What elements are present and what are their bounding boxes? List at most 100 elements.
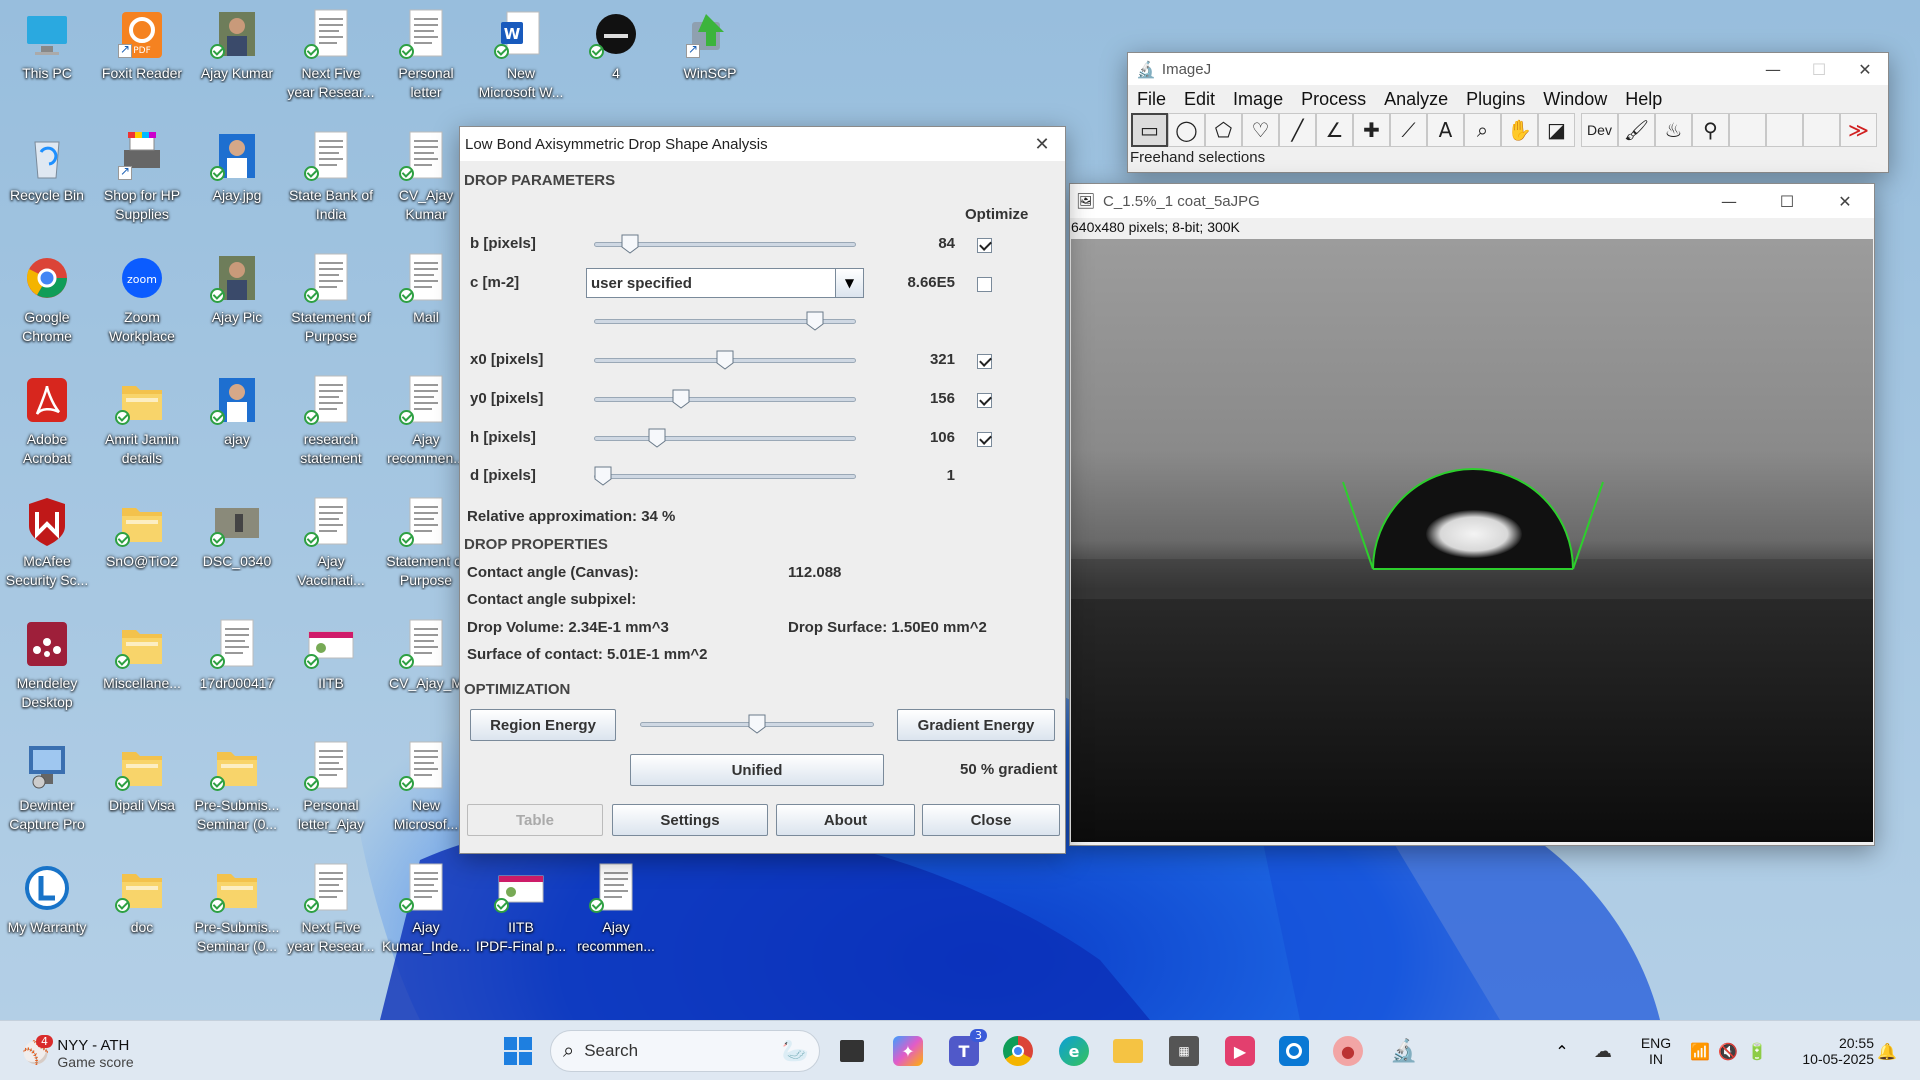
flood-tool[interactable]: ♨ <box>1655 113 1692 147</box>
chrome-button[interactable] <box>1000 1029 1036 1073</box>
desktop-icon[interactable]: This PC <box>0 0 94 122</box>
dev-tool[interactable]: Dev <box>1581 113 1618 147</box>
desktop-icon[interactable]: Personal letter <box>379 0 473 122</box>
blank3-tool[interactable] <box>1803 113 1840 147</box>
maximize-button[interactable]: ☐ <box>1796 54 1842 84</box>
taskbar-search[interactable]: ⌕ Search 🦢 <box>550 1030 820 1072</box>
onedrive-icon[interactable]: ☁ <box>1590 1029 1616 1073</box>
desktop-icon[interactable]: Dipali Visa <box>95 732 189 854</box>
desktop-icon[interactable]: Ajay Kumar_Inde... <box>379 854 473 976</box>
pickup-tool[interactable]: ⚲ <box>1692 113 1729 147</box>
rectangle-tool[interactable]: ▭ <box>1131 113 1168 147</box>
minimize-button[interactable]: — <box>1750 54 1796 84</box>
param-slider[interactable] <box>594 466 856 486</box>
menu-image[interactable]: Image <box>1224 89 1292 110</box>
param-slider[interactable] <box>594 350 856 370</box>
desktop-icon[interactable]: Amrit Jamin details <box>95 366 189 488</box>
gradient-energy-button[interactable]: Gradient Energy <box>897 709 1055 741</box>
freehand-tool[interactable]: ♡ <box>1242 113 1279 147</box>
desktop-icon[interactable]: zoom Zoom Workplace <box>95 244 189 366</box>
start-button[interactable] <box>500 1029 536 1073</box>
desktop-icon[interactable]: PDF Foxit Reader <box>95 0 189 122</box>
menu-process[interactable]: Process <box>1292 89 1375 110</box>
desktop-icon[interactable]: Ajay Kumar <box>190 0 284 122</box>
menu-file[interactable]: File <box>1128 89 1175 110</box>
desktop-icon[interactable]: My Warranty <box>0 854 94 976</box>
clipchamp-button[interactable]: ▶ <box>1222 1029 1258 1073</box>
menu-edit[interactable]: Edit <box>1175 89 1224 110</box>
desktop-icon[interactable]: Recycle Bin <box>0 122 94 244</box>
image-window-titlebar[interactable]: 🖼 C_1.5%_1 coat_5aJPG — ☐ ✕ <box>1070 184 1874 218</box>
image-canvas[interactable] <box>1071 239 1873 842</box>
angle-tool[interactable]: ∠ <box>1316 113 1353 147</box>
file-explorer-button[interactable] <box>1110 1029 1146 1073</box>
magnifier-tool[interactable]: ⌕ <box>1464 113 1501 147</box>
desktop-icon[interactable]: 4 <box>569 0 663 122</box>
clock[interactable]: 20:55 10-05-2025 <box>1784 1029 1874 1073</box>
polygon-tool[interactable]: ⬠ <box>1205 113 1242 147</box>
slider-thumb[interactable] <box>648 428 666 448</box>
close-button[interactable]: ✕ <box>1816 186 1874 216</box>
app-button[interactable]: ● <box>1330 1029 1366 1073</box>
desktop-icon[interactable]: McAfee Security Sc... <box>0 488 94 610</box>
cortana-button[interactable] <box>1276 1029 1312 1073</box>
notification-bell-icon[interactable]: 🔔 <box>1876 1029 1898 1073</box>
desktop-icon[interactable]: doc <box>95 854 189 976</box>
teams-button[interactable]: T 3 <box>946 1029 987 1073</box>
minimize-button[interactable]: — <box>1700 186 1758 216</box>
close-button[interactable]: ✕ <box>1842 54 1888 84</box>
region-energy-button[interactable]: Region Energy <box>470 709 616 741</box>
imagej-titlebar[interactable]: 🔬 ImageJ — ☐ ✕ <box>1128 53 1888 85</box>
tray-overflow-button[interactable]: ⌃ <box>1550 1029 1574 1073</box>
optimize-checkbox[interactable] <box>977 354 992 369</box>
blank1-tool[interactable] <box>1729 113 1766 147</box>
desktop-icon[interactable]: Miscellane... <box>95 610 189 732</box>
more-tool[interactable]: ≫ <box>1840 113 1877 147</box>
settings-button[interactable]: Settings <box>612 804 768 836</box>
desktop-icon[interactable]: Next Five year Resear... <box>284 854 378 976</box>
imagej-taskbar-button[interactable]: 🔬 <box>1386 1029 1422 1073</box>
desktop-icon[interactable]: Next Five year Resear... <box>284 0 378 122</box>
calculator-button[interactable]: ▦ <box>1166 1029 1202 1073</box>
point-tool[interactable]: ✚ <box>1353 113 1390 147</box>
optimize-checkbox[interactable] <box>977 238 992 253</box>
desktop-icon[interactable]: ajay <box>190 366 284 488</box>
task-view-button[interactable] <box>834 1029 870 1073</box>
optimize-checkbox[interactable] <box>977 277 992 292</box>
desktop-icon[interactable]: Adobe Acrobat <box>0 366 94 488</box>
slider-thumb[interactable] <box>806 311 824 331</box>
desktop-icon[interactable]: Google Chrome <box>0 244 94 366</box>
desktop-icon[interactable]: IITB <box>284 610 378 732</box>
slider-thumb[interactable] <box>672 389 690 409</box>
desktop-icon[interactable]: Statement of Purpose <box>284 244 378 366</box>
menu-plugins[interactable]: Plugins <box>1457 89 1534 110</box>
desktop-icon[interactable]: Pre-Submis... Seminar (0... <box>190 732 284 854</box>
slider-thumb[interactable] <box>621 234 639 254</box>
volume-mute-icon[interactable]: 🔇 <box>1716 1029 1740 1073</box>
lbadsa-titlebar[interactable]: Low Bond Axisymmetric Drop Shape Analysi… <box>460 127 1065 161</box>
brush-tool[interactable]: 🖌 <box>1618 113 1655 147</box>
wifi-icon[interactable]: 📶 <box>1688 1029 1712 1073</box>
param-slider[interactable] <box>594 234 856 254</box>
slider-thumb[interactable] <box>594 466 612 486</box>
about-button[interactable]: About <box>776 804 915 836</box>
wand-tool[interactable]: ⟋ <box>1390 113 1427 147</box>
desktop-icon[interactable]: Ajay recommen... <box>569 854 663 976</box>
desktop-icon[interactable]: DSC_0340 <box>190 488 284 610</box>
desktop-icon[interactable]: Mendeley Desktop <box>0 610 94 732</box>
desktop-icon[interactable]: Ajay Pic <box>190 244 284 366</box>
blank2-tool[interactable] <box>1766 113 1803 147</box>
desktop-icon[interactable]: IITB IPDF-Final p... <box>474 854 568 976</box>
param-slider[interactable] <box>594 311 856 331</box>
desktop-icon[interactable]: Pre-Submis... Seminar (0... <box>190 854 284 976</box>
close-button[interactable]: ✕ <box>1019 129 1065 159</box>
desktop-icon[interactable]: 17dr000417 <box>190 610 284 732</box>
optimization-slider[interactable] <box>640 714 874 734</box>
edge-button[interactable]: e <box>1056 1029 1092 1073</box>
slider-thumb[interactable] <box>716 350 734 370</box>
optimize-checkbox[interactable] <box>977 393 992 408</box>
text-tool[interactable]: A <box>1427 113 1464 147</box>
c-mode-dropdown[interactable]: user specified ▼ <box>586 268 864 298</box>
chevron-down-icon[interactable]: ▼ <box>835 269 863 297</box>
menu-help[interactable]: Help <box>1616 89 1671 110</box>
